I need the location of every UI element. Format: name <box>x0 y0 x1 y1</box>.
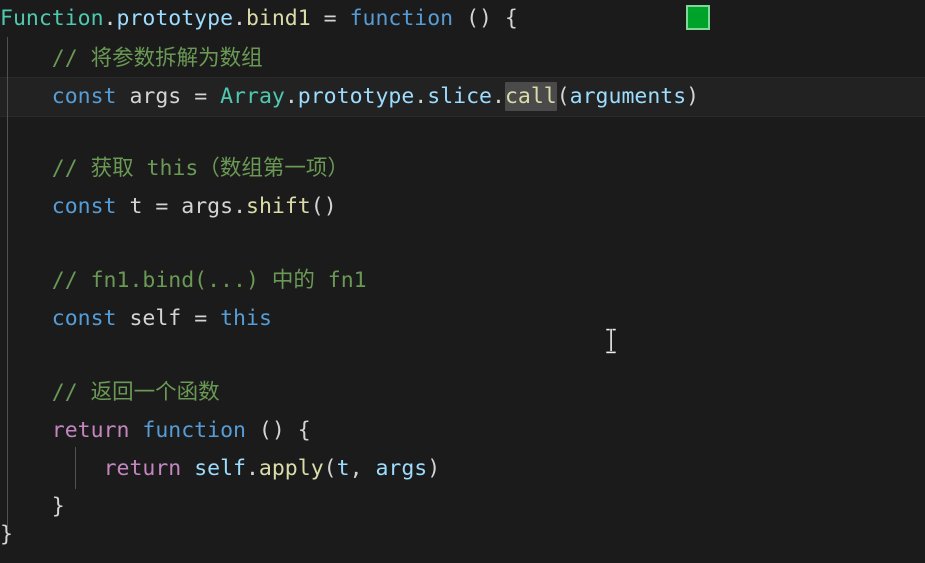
code-token: () <box>310 194 337 219</box>
code-token: = <box>194 84 208 109</box>
code-token: bind1 <box>245 6 311 31</box>
code-token: { <box>504 6 518 31</box>
code-line[interactable]: const args = Array.prototype.slice.call(… <box>0 78 925 116</box>
code-token: args <box>129 84 182 109</box>
code-token: . <box>245 456 259 481</box>
code-token: args <box>181 194 234 219</box>
code-token: ( <box>323 456 337 481</box>
code-token: = <box>194 306 208 331</box>
code-token: function <box>349 6 454 31</box>
code-token: . <box>233 194 247 219</box>
code-token: Array <box>220 84 285 109</box>
code-token: return <box>51 418 130 443</box>
code-token: slice <box>427 84 492 109</box>
code-token: () <box>466 6 492 31</box>
code-line[interactable]: // fn1.bind(...) 中的 fn1 <box>0 262 925 300</box>
code-line[interactable] <box>0 116 925 154</box>
code-line[interactable]: // 获取 this（数组第一项） <box>0 150 925 188</box>
code-token: args <box>375 456 428 481</box>
code-token: . <box>491 84 505 109</box>
code-token: self <box>194 456 246 481</box>
code-token: const <box>51 84 117 109</box>
code-token: ) <box>686 84 700 109</box>
code-line[interactable]: return function () { <box>0 412 925 450</box>
code-token: this <box>220 306 272 331</box>
code-token: . <box>103 6 117 31</box>
code-token: ) <box>427 456 441 481</box>
code-token: . <box>414 84 428 109</box>
code-token: , <box>349 456 363 481</box>
code-token: prototype <box>116 6 234 31</box>
code-token: () <box>258 418 285 443</box>
code-token: . <box>284 84 298 109</box>
code-token: // fn1.bind(...) 中的 fn1 <box>51 268 367 293</box>
code-token: shift <box>246 194 311 219</box>
code-token: } <box>0 522 13 547</box>
code-line[interactable] <box>0 226 925 264</box>
code-token: return <box>103 456 182 481</box>
code-line[interactable]: const t = args.shift() <box>0 188 925 226</box>
code-editor-surface[interactable]: Function.prototype.bind1 = function () {… <box>0 0 925 563</box>
code-line[interactable]: // 将参数拆解为数组 <box>0 40 925 78</box>
highlighted-token: call <box>504 82 557 111</box>
code-token: t <box>129 194 143 219</box>
code-token: apply <box>258 456 324 481</box>
code-token: t <box>336 456 350 481</box>
code-line[interactable]: // 返回一个函数 <box>0 374 925 412</box>
code-token: Function <box>0 6 104 31</box>
code-token: // 将参数拆解为数组 <box>51 46 263 71</box>
code-token: // 返回一个函数 <box>51 380 220 405</box>
code-token: { <box>297 418 311 443</box>
code-line[interactable] <box>0 338 925 376</box>
code-token: const <box>51 306 117 331</box>
code-line[interactable]: Function.prototype.bind1 = function () { <box>0 0 925 38</box>
code-line[interactable]: } <box>0 516 925 554</box>
code-token: const <box>51 194 117 219</box>
code-token: prototype <box>297 84 415 109</box>
green-color-swatch[interactable] <box>686 5 710 30</box>
code-token: . <box>233 6 246 31</box>
code-token: arguments <box>569 84 687 109</box>
code-token: function <box>142 418 246 443</box>
code-token: = <box>323 6 337 31</box>
code-token: = <box>155 194 169 219</box>
code-token: // 获取 this（数组第一项） <box>51 156 349 181</box>
code-token: self <box>129 306 182 331</box>
code-token: ( <box>556 84 570 109</box>
code-line[interactable]: const self = this <box>0 300 925 338</box>
code-line[interactable]: return self.apply(t, args) <box>0 450 925 488</box>
